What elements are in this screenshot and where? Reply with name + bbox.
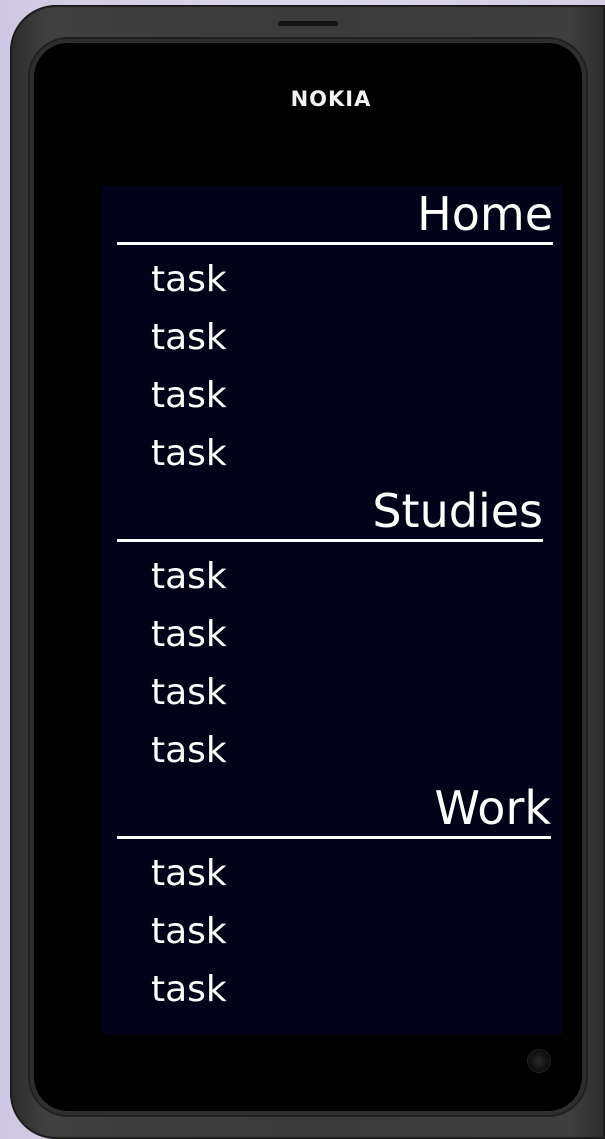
section-heading[interactable]: Home xyxy=(117,186,553,245)
camera-lens-icon xyxy=(528,1050,550,1072)
phone-body: NOKIA Home task task task task Studies t… xyxy=(10,5,605,1139)
task-item[interactable]: task xyxy=(102,961,563,1019)
task-item[interactable]: task xyxy=(102,251,563,309)
task-item[interactable]: task xyxy=(102,548,563,606)
section-home: Home task task task task xyxy=(102,186,563,483)
section-studies: Studies task task task task xyxy=(102,483,563,780)
screen-bezel: NOKIA Home task task task task Studies t… xyxy=(34,43,582,1111)
task-item[interactable]: task xyxy=(102,367,563,425)
task-item[interactable]: task xyxy=(102,845,563,903)
brand-logo: NOKIA xyxy=(290,87,372,111)
task-list: task task task xyxy=(102,845,563,1019)
section-heading[interactable]: Studies xyxy=(117,483,543,542)
app-screen: Home task task task task Studies task ta… xyxy=(102,186,563,1034)
task-item[interactable]: task xyxy=(102,722,563,780)
task-list: task task task task xyxy=(102,548,563,780)
earpiece-speaker xyxy=(278,21,338,26)
task-item[interactable]: task xyxy=(102,425,563,483)
task-item[interactable]: task xyxy=(102,664,563,722)
task-item[interactable]: task xyxy=(102,309,563,367)
section-work: Work task task task xyxy=(102,780,563,1019)
task-item[interactable]: task xyxy=(102,606,563,664)
task-list: task task task task xyxy=(102,251,563,483)
section-heading[interactable]: Work xyxy=(117,780,551,839)
task-item[interactable]: task xyxy=(102,903,563,961)
